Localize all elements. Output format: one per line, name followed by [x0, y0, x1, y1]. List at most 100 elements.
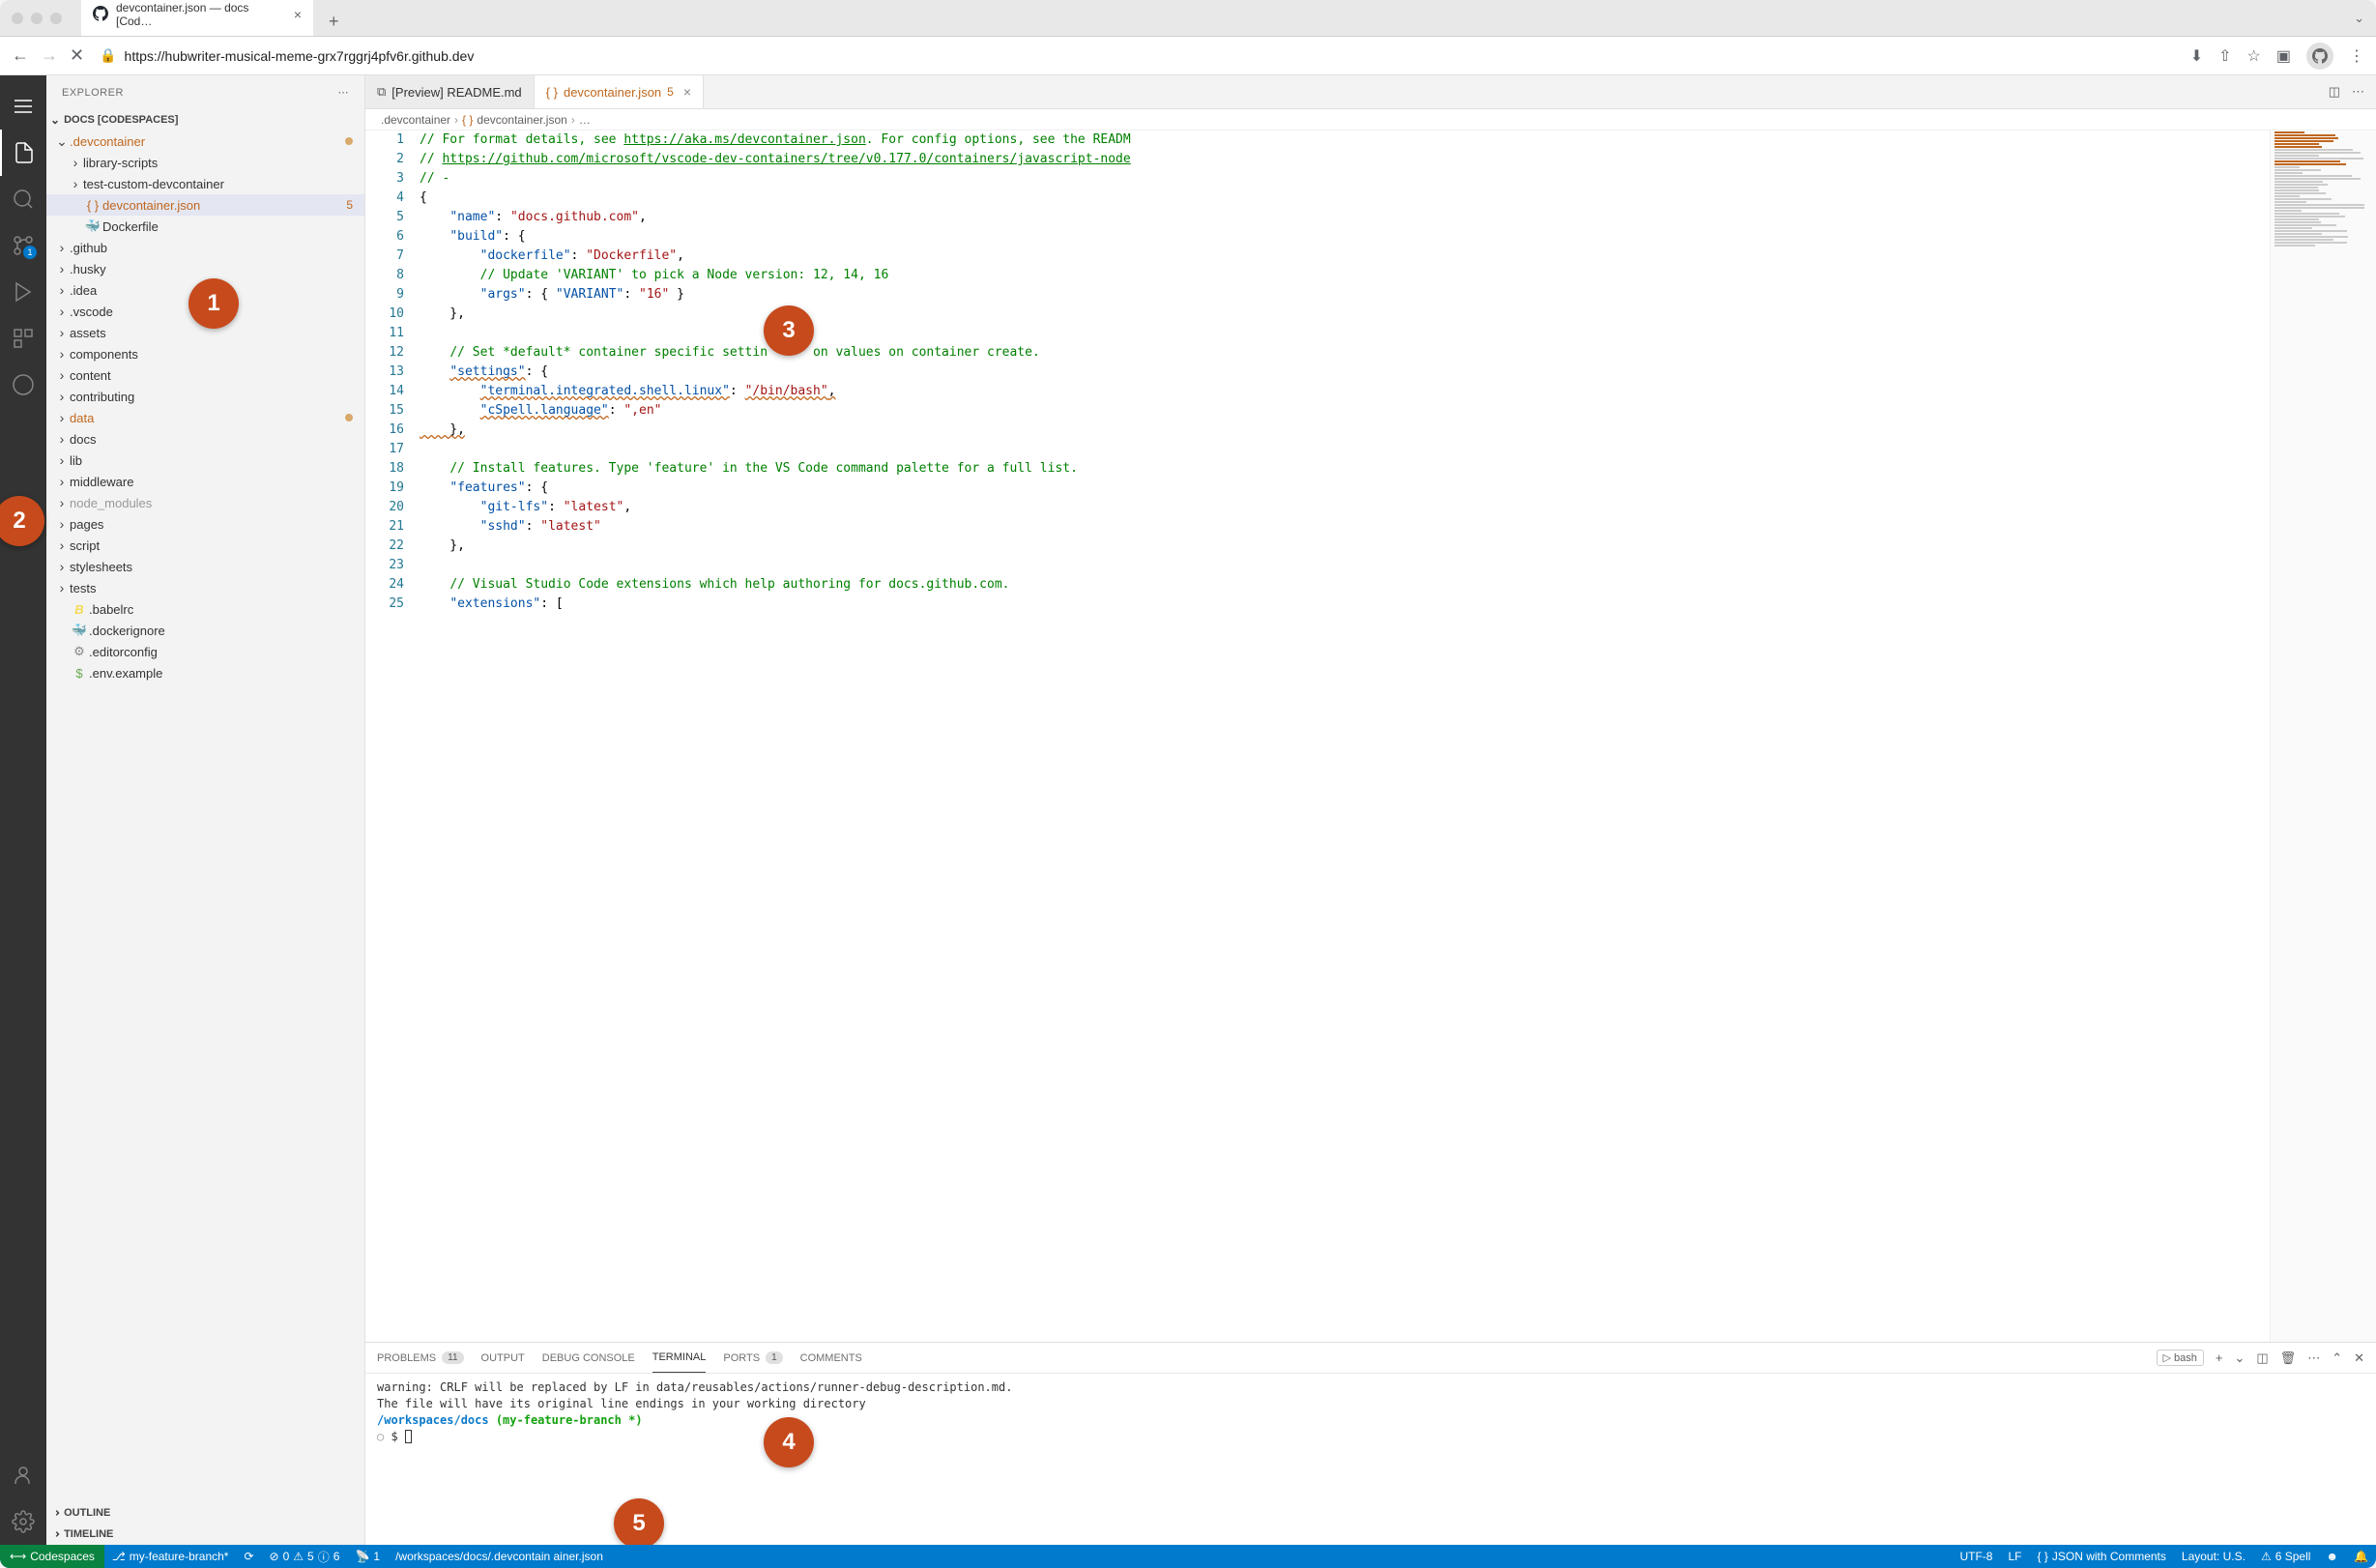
- folder-item[interactable]: ›.husky: [46, 258, 364, 279]
- settings-gear-icon[interactable]: [0, 1498, 46, 1545]
- panel-tab-ports[interactable]: PORTS 1: [723, 1343, 782, 1373]
- folder-item[interactable]: ⌄.devcontainer: [46, 131, 364, 152]
- panel-tab-debug[interactable]: DEBUG CONSOLE: [542, 1343, 635, 1373]
- share-icon[interactable]: ⇧: [2218, 46, 2231, 66]
- outline-label: OUTLINE: [64, 1507, 110, 1519]
- forward-button[interactable]: →: [41, 45, 58, 66]
- window-maximize[interactable]: [50, 13, 62, 24]
- file-item[interactable]: $.env.example: [46, 662, 364, 683]
- status-layout[interactable]: Layout: U.S.: [2174, 1545, 2253, 1568]
- run-debug-icon[interactable]: [0, 269, 46, 315]
- timeline-header[interactable]: ⌄ TIMELINE: [46, 1524, 364, 1545]
- status-ports[interactable]: 📡1: [347, 1545, 388, 1568]
- status-sync[interactable]: ⟳: [236, 1545, 261, 1568]
- status-language[interactable]: { } JSON with Comments: [2030, 1545, 2174, 1568]
- folder-item[interactable]: ›data: [46, 407, 364, 428]
- breadcrumb-item[interactable]: …: [579, 113, 591, 127]
- workspace-label: DOCS [CODESPACES]: [64, 114, 178, 126]
- code-editor[interactable]: 1234567891011121314151617181920212223242…: [365, 131, 2376, 1342]
- close-panel-icon[interactable]: ✕: [2354, 1350, 2364, 1366]
- breadcrumb-item[interactable]: .devcontainer: [381, 113, 450, 127]
- lock-icon: 🔒: [100, 47, 116, 64]
- extensions-icon[interactable]: ▣: [2276, 46, 2291, 66]
- terminal-branch: (my-feature-branch *): [496, 1413, 643, 1427]
- folder-item[interactable]: ›stylesheets: [46, 556, 364, 577]
- maximize-panel-icon[interactable]: ⌃: [2332, 1350, 2342, 1366]
- folder-item[interactable]: ›test-custom-devcontainer: [46, 173, 364, 194]
- accounts-icon[interactable]: [0, 1452, 46, 1498]
- window-close[interactable]: [12, 13, 23, 24]
- menu-icon[interactable]: [0, 83, 46, 130]
- browser-tab-active[interactable]: devcontainer.json — docs [Cod… ×: [81, 0, 313, 36]
- file-item[interactable]: B.babelrc: [46, 598, 364, 620]
- folder-item[interactable]: ›lib: [46, 450, 364, 471]
- download-icon[interactable]: ⬇: [2190, 46, 2203, 66]
- file-item[interactable]: 🐳.dockerignore: [46, 620, 364, 641]
- status-spell[interactable]: ⚠ 6 Spell: [2253, 1545, 2318, 1568]
- folder-item[interactable]: ›middleware: [46, 471, 364, 492]
- scm-badge: 1: [23, 246, 37, 259]
- panel-tab-terminal[interactable]: TERMINAL: [652, 1343, 707, 1373]
- status-feedback-icon[interactable]: ☻: [2318, 1545, 2346, 1568]
- terminal-profile[interactable]: ▷ bash: [2157, 1350, 2204, 1366]
- bookmark-icon[interactable]: ☆: [2247, 46, 2261, 66]
- explorer-icon[interactable]: [0, 130, 46, 176]
- minimap[interactable]: [2270, 131, 2376, 1342]
- chevron-down-icon[interactable]: ⌄: [2234, 1350, 2245, 1366]
- status-path[interactable]: /workspaces/docs/.devcontain ainer.json: [388, 1545, 611, 1568]
- split-editor-icon[interactable]: ◫: [2329, 84, 2340, 100]
- status-branch[interactable]: ⎇ my-feature-branch*: [104, 1545, 237, 1568]
- status-remote[interactable]: ⟷ Codespaces: [0, 1545, 104, 1568]
- file-item[interactable]: 🐳Dockerfile: [46, 216, 364, 237]
- file-item[interactable]: { }devcontainer.json5: [46, 194, 364, 216]
- editor-tab[interactable]: ⧉[Preview] README.md: [365, 75, 535, 108]
- window-minimize[interactable]: [31, 13, 43, 24]
- remote-icon: ⟷: [10, 1550, 26, 1563]
- new-terminal-icon[interactable]: +: [2216, 1350, 2223, 1365]
- folder-item[interactable]: ›node_modules: [46, 492, 364, 513]
- panel-tab-problems[interactable]: PROBLEMS 11: [377, 1343, 464, 1373]
- search-icon[interactable]: [0, 176, 46, 222]
- editor-tab[interactable]: { }devcontainer.json5×: [535, 75, 704, 108]
- extensions-activity-icon[interactable]: [0, 315, 46, 362]
- breadcrumbs[interactable]: .devcontainer › { } devcontainer.json › …: [365, 109, 2376, 131]
- file-item[interactable]: ⚙.editorconfig: [46, 641, 364, 662]
- back-button[interactable]: ←: [12, 45, 29, 66]
- panel-tab-output[interactable]: OUTPUT: [481, 1343, 525, 1373]
- folder-item[interactable]: ›pages: [46, 513, 364, 535]
- outline-header[interactable]: ⌄ OUTLINE: [46, 1502, 364, 1524]
- editor-more-icon[interactable]: ⋯: [2352, 84, 2364, 100]
- breadcrumb-item[interactable]: devcontainer.json: [477, 113, 566, 127]
- folder-item[interactable]: ›.github: [46, 237, 364, 258]
- terminal[interactable]: warning: CRLF will be replaced by LF in …: [365, 1374, 2376, 1545]
- status-problems[interactable]: ⊘0 ⚠5 ⓘ6: [262, 1545, 348, 1568]
- folder-item[interactable]: ›components: [46, 343, 364, 364]
- panel-tab-comments[interactable]: COMMENTS: [800, 1343, 862, 1373]
- profile-avatar[interactable]: [2306, 43, 2333, 70]
- address-bar[interactable]: 🔒 https://hubwriter-musical-meme-grx7rgg…: [96, 47, 2179, 64]
- browser-menu-icon[interactable]: ⋮: [2349, 46, 2364, 66]
- status-eol[interactable]: LF: [2000, 1545, 2029, 1568]
- split-terminal-icon[interactable]: ◫: [2256, 1350, 2268, 1366]
- status-bell-icon[interactable]: 🔔: [2346, 1545, 2376, 1568]
- folder-item[interactable]: ›library-scripts: [46, 152, 364, 173]
- source-control-icon[interactable]: 1: [0, 222, 46, 269]
- warning-icon: ⚠: [293, 1550, 304, 1563]
- reload-button[interactable]: ✕: [70, 45, 84, 66]
- kill-terminal-icon[interactable]: 🗑: [2280, 1350, 2297, 1366]
- close-icon[interactable]: ×: [294, 7, 302, 22]
- more-icon[interactable]: ⋯: [338, 86, 350, 99]
- folder-item[interactable]: ›contributing: [46, 386, 364, 407]
- close-icon[interactable]: ×: [680, 84, 691, 100]
- folder-item[interactable]: ›tests: [46, 577, 364, 598]
- folder-item[interactable]: ›docs: [46, 428, 364, 450]
- terminal-line: The file will have its original line end…: [377, 1396, 2364, 1412]
- folder-item[interactable]: ›content: [46, 364, 364, 386]
- folder-item[interactable]: ›script: [46, 535, 364, 556]
- more-icon[interactable]: ⋯: [2307, 1350, 2320, 1366]
- github-activity-icon[interactable]: [0, 362, 46, 408]
- chevron-down-icon[interactable]: ⌄: [2354, 11, 2364, 26]
- status-encoding[interactable]: UTF-8: [1952, 1545, 2000, 1568]
- new-tab-button[interactable]: +: [321, 8, 347, 36]
- workspace-header[interactable]: ⌄ DOCS [CODESPACES]: [46, 109, 364, 131]
